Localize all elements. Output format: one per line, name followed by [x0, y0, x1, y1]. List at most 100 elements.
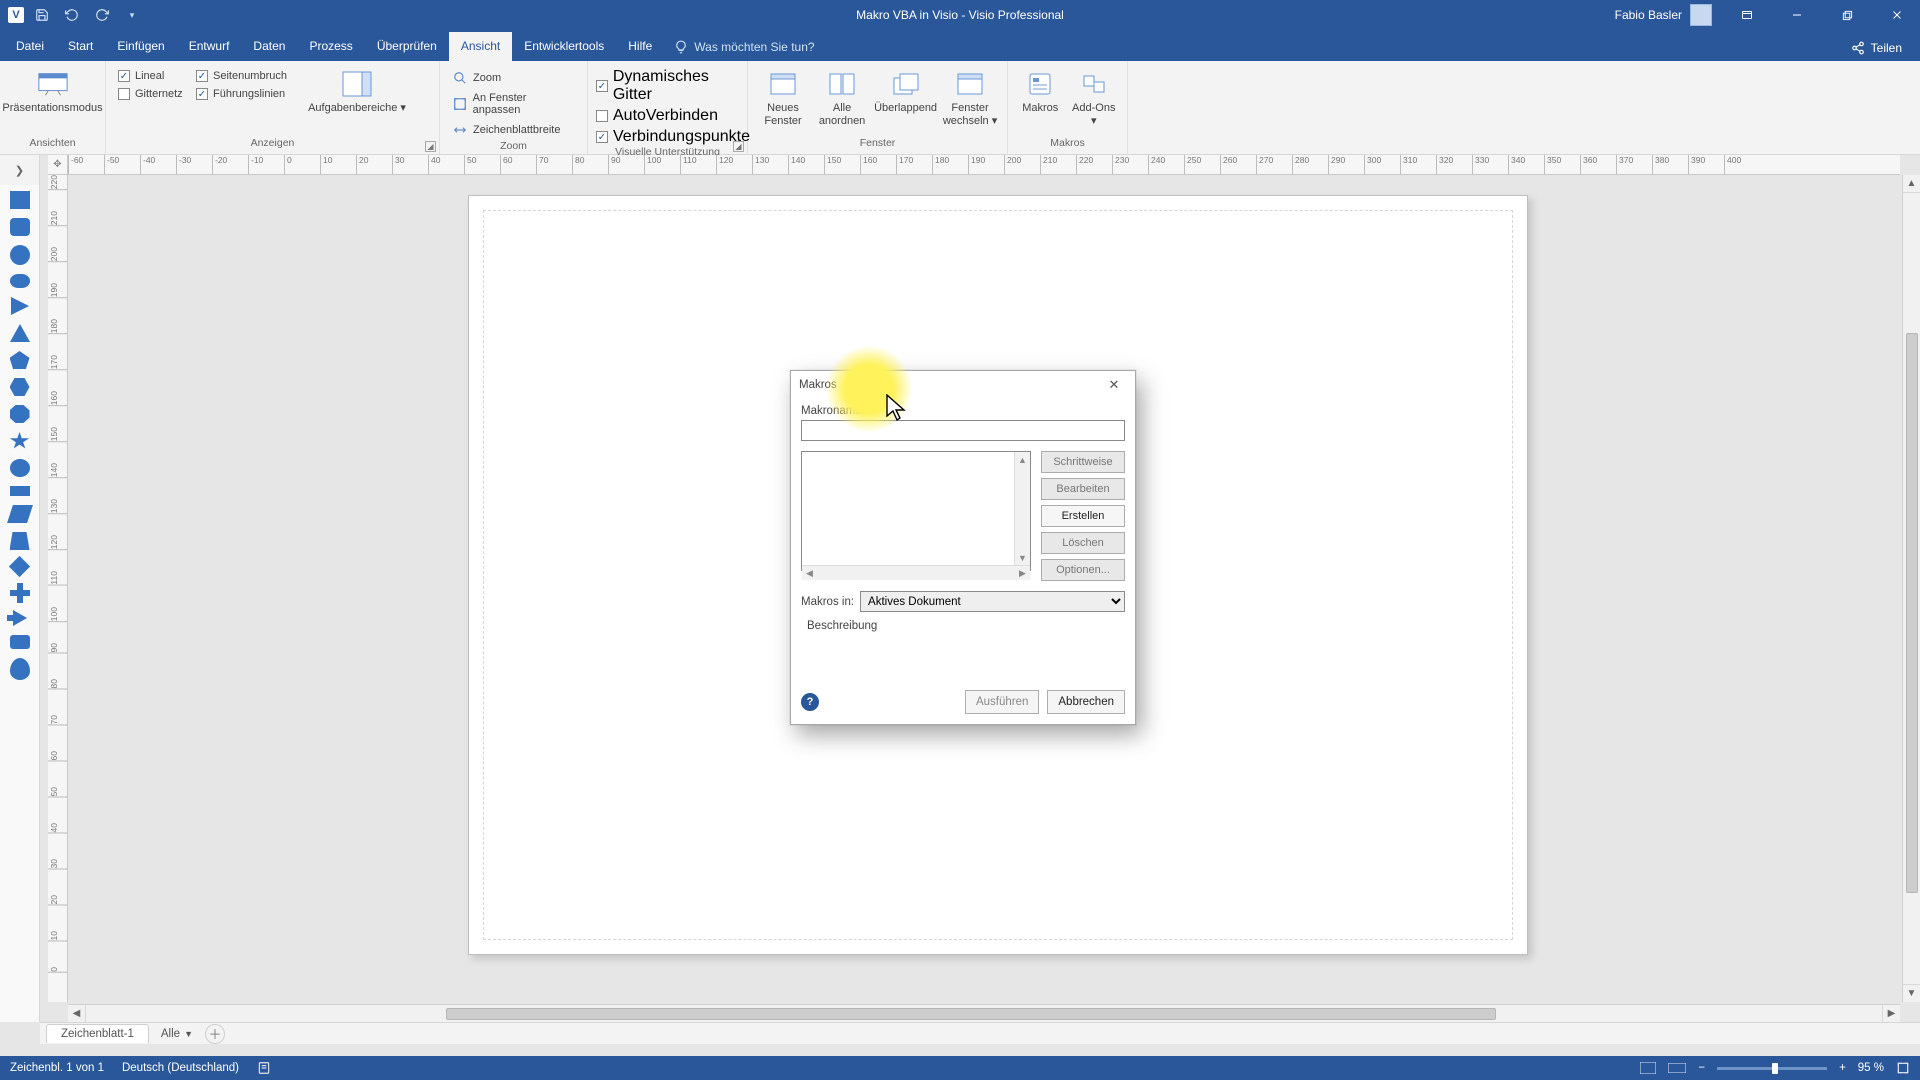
options-button[interactable]: Optionen...	[1041, 559, 1125, 581]
shape-rounded-rectangle[interactable]	[10, 218, 30, 236]
shape-oval[interactable]	[10, 459, 30, 477]
hscroll-thumb[interactable]	[446, 1008, 1496, 1020]
macros-in-select[interactable]: Aktives Dokument	[860, 591, 1125, 612]
shape-callout[interactable]	[10, 635, 30, 649]
tab-prozess[interactable]: Prozess	[297, 32, 364, 61]
page-width-button[interactable]: Zeichenblattbreite	[448, 120, 579, 140]
tab-überprüfen[interactable]: Überprüfen	[365, 32, 449, 61]
zoom-out-button[interactable]: −	[1698, 1062, 1705, 1074]
qat-redo-icon[interactable]	[90, 3, 114, 27]
delete-button[interactable]: Löschen	[1041, 532, 1125, 554]
help-icon[interactable]: ?	[801, 693, 819, 711]
qat-save-icon[interactable]	[30, 3, 54, 27]
view-mode-normal-icon[interactable]	[1640, 1062, 1656, 1074]
tab-einfügen[interactable]: Einfügen	[105, 32, 176, 61]
fit-page-icon[interactable]	[1896, 1061, 1910, 1075]
shape-bar[interactable]	[10, 486, 30, 496]
shape-ellipse[interactable]	[10, 274, 30, 288]
shape-circle[interactable]	[10, 245, 30, 265]
macro-list-hscroll[interactable]: ◀▶	[802, 565, 1030, 580]
shape-right-triangle[interactable]	[11, 297, 29, 315]
ribbon-display-options-icon[interactable]	[1724, 0, 1770, 30]
tab-hilfe[interactable]: Hilfe	[616, 32, 664, 61]
tab-start[interactable]: Start	[56, 32, 105, 61]
shape-diamond[interactable]	[9, 556, 30, 577]
macro-list[interactable]	[801, 451, 1031, 571]
fit-window-button[interactable]: An Fenster anpassen	[448, 90, 579, 118]
tab-datei[interactable]: Datei	[4, 32, 56, 61]
create-button[interactable]: Erstellen	[1041, 505, 1125, 527]
ruler-origin[interactable]: ✥	[48, 155, 68, 175]
check-lineal[interactable]: ✓Lineal	[118, 70, 184, 82]
tell-me[interactable]: Was möchten Sie tun?	[664, 33, 824, 61]
maximize-button[interactable]	[1824, 0, 1870, 30]
new-window-label: Neues Fenster	[756, 102, 810, 127]
step-into-button[interactable]: Schrittweise	[1041, 451, 1125, 473]
scroll-up-icon[interactable]: ▲	[1903, 175, 1920, 193]
horizontal-scrollbar[interactable]: ◀ ▶	[68, 1004, 1900, 1022]
qat-customize-icon[interactable]: ▾	[120, 3, 144, 27]
cascade-button[interactable]: Überlappend	[872, 64, 939, 119]
dialog-close-button[interactable]: ✕	[1101, 374, 1127, 396]
task-panes-button[interactable]: Aufgabenbereiche ▾	[302, 64, 412, 119]
page-tab-1[interactable]: Zeichenblatt-1	[46, 1024, 149, 1043]
macro-recording-icon[interactable]	[257, 1061, 271, 1075]
qat-undo-icon[interactable]	[60, 3, 84, 27]
tab-entwurf[interactable]: Entwurf	[177, 32, 242, 61]
add-page-button[interactable]: ＋	[205, 1024, 225, 1044]
vertical-ruler[interactable]: 0102030405060708090100110120130140150160…	[48, 175, 68, 1002]
horizontal-ruler[interactable]: -60-50-40-30-20-100102030405060708090100…	[68, 155, 1900, 175]
shape-trapezoid[interactable]	[10, 532, 30, 550]
shape-hexagon[interactable]	[10, 378, 30, 396]
view-mode-wide-icon[interactable]	[1668, 1063, 1686, 1073]
vertical-scrollbar[interactable]: ▲ ▼	[1902, 175, 1920, 1002]
shape-drop[interactable]	[10, 658, 30, 680]
shapes-pane-expand[interactable]: ❯	[0, 155, 40, 185]
macro-name-input[interactable]	[801, 420, 1125, 441]
zoom-in-button[interactable]: +	[1839, 1062, 1846, 1074]
check-dynamisches-gitter[interactable]: ✓Dynamisches Gitter	[596, 68, 750, 104]
shape-parallelogram[interactable]	[7, 505, 33, 523]
zoom-slider[interactable]	[1717, 1067, 1827, 1070]
account-area[interactable]: Fabio Basler	[1607, 4, 1720, 26]
group-launcher-anzeigen[interactable]: ◢	[425, 141, 436, 152]
check-autoverbinden[interactable]: AutoVerbinden	[596, 107, 750, 125]
scroll-right-icon[interactable]: ▶	[1882, 1005, 1900, 1023]
tab-ansicht[interactable]: Ansicht	[449, 32, 512, 61]
macros-button[interactable]: Makros	[1014, 64, 1067, 119]
all-pages-dropdown[interactable]: Alle ▼	[151, 1025, 203, 1043]
zoom-level[interactable]: 95 %	[1858, 1062, 1884, 1074]
check-verbindungspunkte[interactable]: ✓Verbindungspunkte	[596, 128, 750, 146]
addons-button[interactable]: Add-Ons ▾	[1067, 64, 1121, 131]
shape-star[interactable]	[10, 432, 30, 450]
shape-plus[interactable]	[10, 583, 30, 601]
run-button[interactable]: Ausführen	[965, 690, 1039, 714]
check-fuehrungslinien[interactable]: ✓Führungslinien	[196, 88, 296, 100]
check-gitternetz[interactable]: Gitternetz	[118, 88, 184, 100]
check-seitenumbruch[interactable]: ✓Seitenumbruch	[196, 70, 296, 82]
scroll-down-icon[interactable]: ▼	[1903, 984, 1920, 1002]
cancel-button[interactable]: Abbrechen	[1047, 690, 1125, 714]
minimize-button[interactable]	[1774, 0, 1820, 30]
presentation-mode-button[interactable]: Präsentationsmodus	[5, 64, 101, 119]
shape-octagon[interactable]	[10, 405, 30, 423]
shape-pentagon[interactable]	[10, 351, 30, 369]
shape-rectangle[interactable]	[10, 191, 30, 209]
switch-window-button[interactable]: Fenster wechseln ▾	[939, 64, 1001, 131]
tab-daten[interactable]: Daten	[241, 32, 297, 61]
dialog-titlebar[interactable]: Makros ✕	[791, 371, 1135, 399]
shape-arrow[interactable]	[13, 610, 27, 626]
shape-triangle[interactable]	[10, 324, 30, 342]
macro-list-vscroll[interactable]: ▲▼	[1014, 452, 1030, 565]
vscroll-thumb[interactable]	[1906, 333, 1918, 893]
tab-entwicklertools[interactable]: Entwicklertools	[512, 32, 616, 61]
status-language[interactable]: Deutsch (Deutschland)	[122, 1062, 239, 1074]
zoom-button[interactable]: Zoom	[448, 68, 579, 88]
new-window-button[interactable]: Neues Fenster	[754, 64, 812, 131]
group-launcher-visuell[interactable]: ◢	[733, 141, 744, 152]
scroll-left-icon[interactable]: ◀	[68, 1005, 86, 1023]
share-button[interactable]: Teilen	[1837, 35, 1916, 61]
edit-button[interactable]: Bearbeiten	[1041, 478, 1125, 500]
arrange-all-button[interactable]: Alle anordnen	[812, 64, 872, 131]
close-button[interactable]	[1874, 0, 1920, 30]
